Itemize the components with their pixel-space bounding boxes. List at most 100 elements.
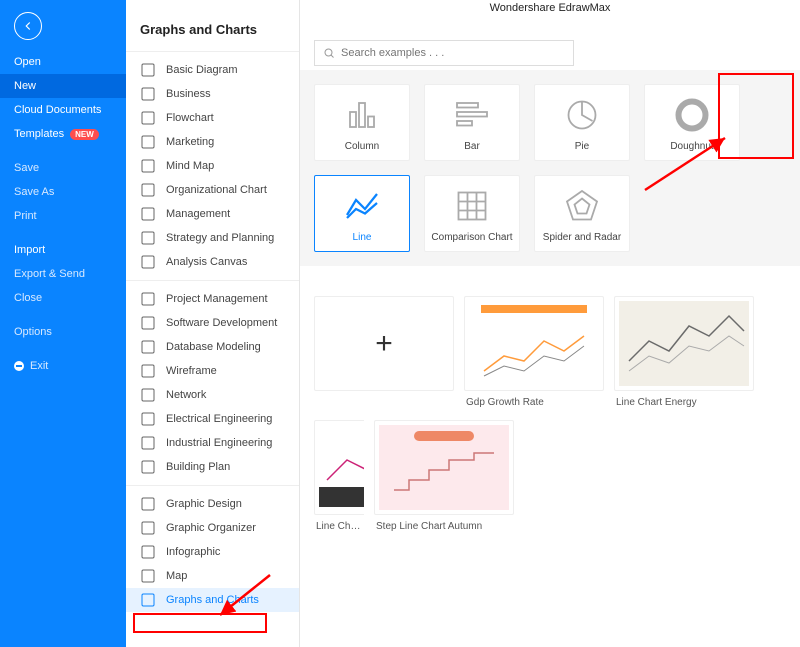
category-item-infographic[interactable]: Infographic <box>126 540 299 564</box>
menu-item-cloud[interactable]: Cloud Documents <box>0 98 126 122</box>
ee-icon <box>140 411 156 427</box>
exit-icon <box>14 361 24 371</box>
db-icon <box>140 339 156 355</box>
arrow-left-icon <box>21 19 35 33</box>
menu-item-saveas[interactable]: Save As <box>0 180 126 204</box>
chart-type-line[interactable]: Line <box>314 175 410 252</box>
search-icon <box>323 47 335 59</box>
menu-item-label: Open <box>14 56 41 68</box>
category-item-network[interactable]: Network <box>126 383 299 407</box>
category-item-label: Marketing <box>166 136 214 148</box>
template-thumbnail <box>614 296 754 391</box>
left-file-menu: Open New Cloud Documents TemplatesNEW Save Sa… <box>0 0 126 647</box>
menu-item-save[interactable]: Save <box>0 156 126 180</box>
menu-item-label: Save <box>14 162 39 174</box>
chart-type-label: Line <box>353 232 372 243</box>
category-item-flowchart[interactable]: Flowchart <box>126 106 299 130</box>
chart-icon <box>140 592 156 608</box>
chart-type-label: Bar <box>464 141 480 152</box>
flow-icon <box>140 110 156 126</box>
category-title: Graphs and Charts <box>126 0 299 51</box>
category-item-graphic-organizer[interactable]: Graphic Organizer <box>126 516 299 540</box>
search-field[interactable] <box>341 47 565 59</box>
menu-item-options[interactable]: Options <box>0 320 126 344</box>
category-item-map[interactable]: Map <box>126 564 299 588</box>
category-item-building-plan[interactable]: Building Plan <box>126 455 299 479</box>
search-input[interactable] <box>314 40 574 66</box>
category-item-label: Industrial Engineering <box>166 437 272 449</box>
menu-item-close[interactable]: Close <box>0 286 126 310</box>
category-item-label: Software Development <box>166 317 277 329</box>
category-column: Graphs and Charts Basic Diagram Business F… <box>126 0 300 647</box>
category-item-analysis-canvas[interactable]: Analysis Canvas <box>126 250 299 274</box>
menu-item-templates[interactable]: TemplatesNEW <box>0 122 126 146</box>
chart-type-bar[interactable]: Bar <box>424 84 520 161</box>
gd-icon <box>140 496 156 512</box>
org-icon <box>140 182 156 198</box>
bars-icon <box>140 134 156 150</box>
menu-item-label: Close <box>14 292 42 304</box>
network-icon <box>140 387 156 403</box>
menu-item-open[interactable]: Open <box>0 50 126 74</box>
template-card[interactable]: Gdp Growth Rate <box>464 296 604 410</box>
category-item-wireframe[interactable]: Wireframe <box>126 359 299 383</box>
category-item-label: Strategy and Planning <box>166 232 274 244</box>
category-item-graphs-and-charts[interactable]: Graphs and Charts <box>126 588 299 612</box>
chart-type-doughnut[interactable]: Doughnut <box>644 84 740 161</box>
category-item-label: Network <box>166 389 206 401</box>
menu-item-label: Templates <box>14 128 64 140</box>
category-item-organizational-chart[interactable]: Organizational Chart <box>126 178 299 202</box>
category-item-label: Infographic <box>166 546 220 558</box>
template-card[interactable]: Line Chart Energy <box>614 296 754 410</box>
menu-item-label: Export & Send <box>14 268 85 280</box>
menu-item-exit[interactable]: Exit <box>0 354 126 378</box>
category-item-label: Flowchart <box>166 112 214 124</box>
menu-item-label: Exit <box>30 360 48 372</box>
category-item-label: Graphs and Charts <box>166 594 259 606</box>
tree-icon <box>140 158 156 174</box>
category-item-graphic-design[interactable]: Graphic Design <box>126 492 299 516</box>
wire-icon <box>140 363 156 379</box>
category-item-marketing[interactable]: Marketing <box>126 130 299 154</box>
menu-item-import[interactable]: Import <box>0 238 126 262</box>
radar-icon <box>564 188 600 224</box>
main-pane: Wondershare EdrawMax ColumnBarPieDoughnu… <box>300 0 800 647</box>
category-item-label: Basic Diagram <box>166 64 238 76</box>
chart-type-table[interactable]: Comparison Chart <box>424 175 520 252</box>
category-item-strategy-and-planning[interactable]: Strategy and Planning <box>126 226 299 250</box>
category-item-label: Wireframe <box>166 365 217 377</box>
category-item-label: Organizational Chart <box>166 184 267 196</box>
mgmt-icon <box>140 206 156 222</box>
chart-type-radar[interactable]: Spider and Radar <box>534 175 630 252</box>
plus-icon: + <box>375 327 393 361</box>
doughnut-icon <box>674 97 710 133</box>
chart-type-column[interactable]: Column <box>314 84 410 161</box>
category-item-mind-map[interactable]: Mind Map <box>126 154 299 178</box>
category-item-project-management[interactable]: Project Management <box>126 287 299 311</box>
category-item-business[interactable]: Business <box>126 82 299 106</box>
category-item-basic-diagram[interactable]: Basic Diagram <box>126 58 299 82</box>
category-item-label: Electrical Engineering <box>166 413 272 425</box>
category-item-database-modeling[interactable]: Database Modeling <box>126 335 299 359</box>
category-item-label: Management <box>166 208 230 220</box>
grid-icon <box>140 62 156 78</box>
chart-type-pie[interactable]: Pie <box>534 84 630 161</box>
template-thumbnail: + <box>314 296 454 391</box>
menu-item-print[interactable]: Print <box>0 204 126 228</box>
template-new-blank[interactable]: + <box>314 296 454 410</box>
back-button[interactable] <box>14 12 42 40</box>
template-label: Line Chart Energy <box>614 391 754 410</box>
menu-item-export[interactable]: Export & Send <box>0 262 126 286</box>
category-item-management[interactable]: Management <box>126 202 299 226</box>
category-item-software-development[interactable]: Software Development <box>126 311 299 335</box>
template-thumbnail <box>314 420 364 515</box>
template-card[interactable]: Line Chart Pa <box>314 420 364 534</box>
menu-item-label: Cloud Documents <box>14 104 101 116</box>
chart-type-label: Doughnut <box>670 141 713 152</box>
category-item-industrial-engineering[interactable]: Industrial Engineering <box>126 431 299 455</box>
category-item-electrical-engineering[interactable]: Electrical Engineering <box>126 407 299 431</box>
template-card[interactable]: Step Line Chart Autumn <box>374 420 514 534</box>
briefcase-icon <box>140 86 156 102</box>
menu-item-new[interactable]: New <box>0 74 126 98</box>
software-icon <box>140 315 156 331</box>
